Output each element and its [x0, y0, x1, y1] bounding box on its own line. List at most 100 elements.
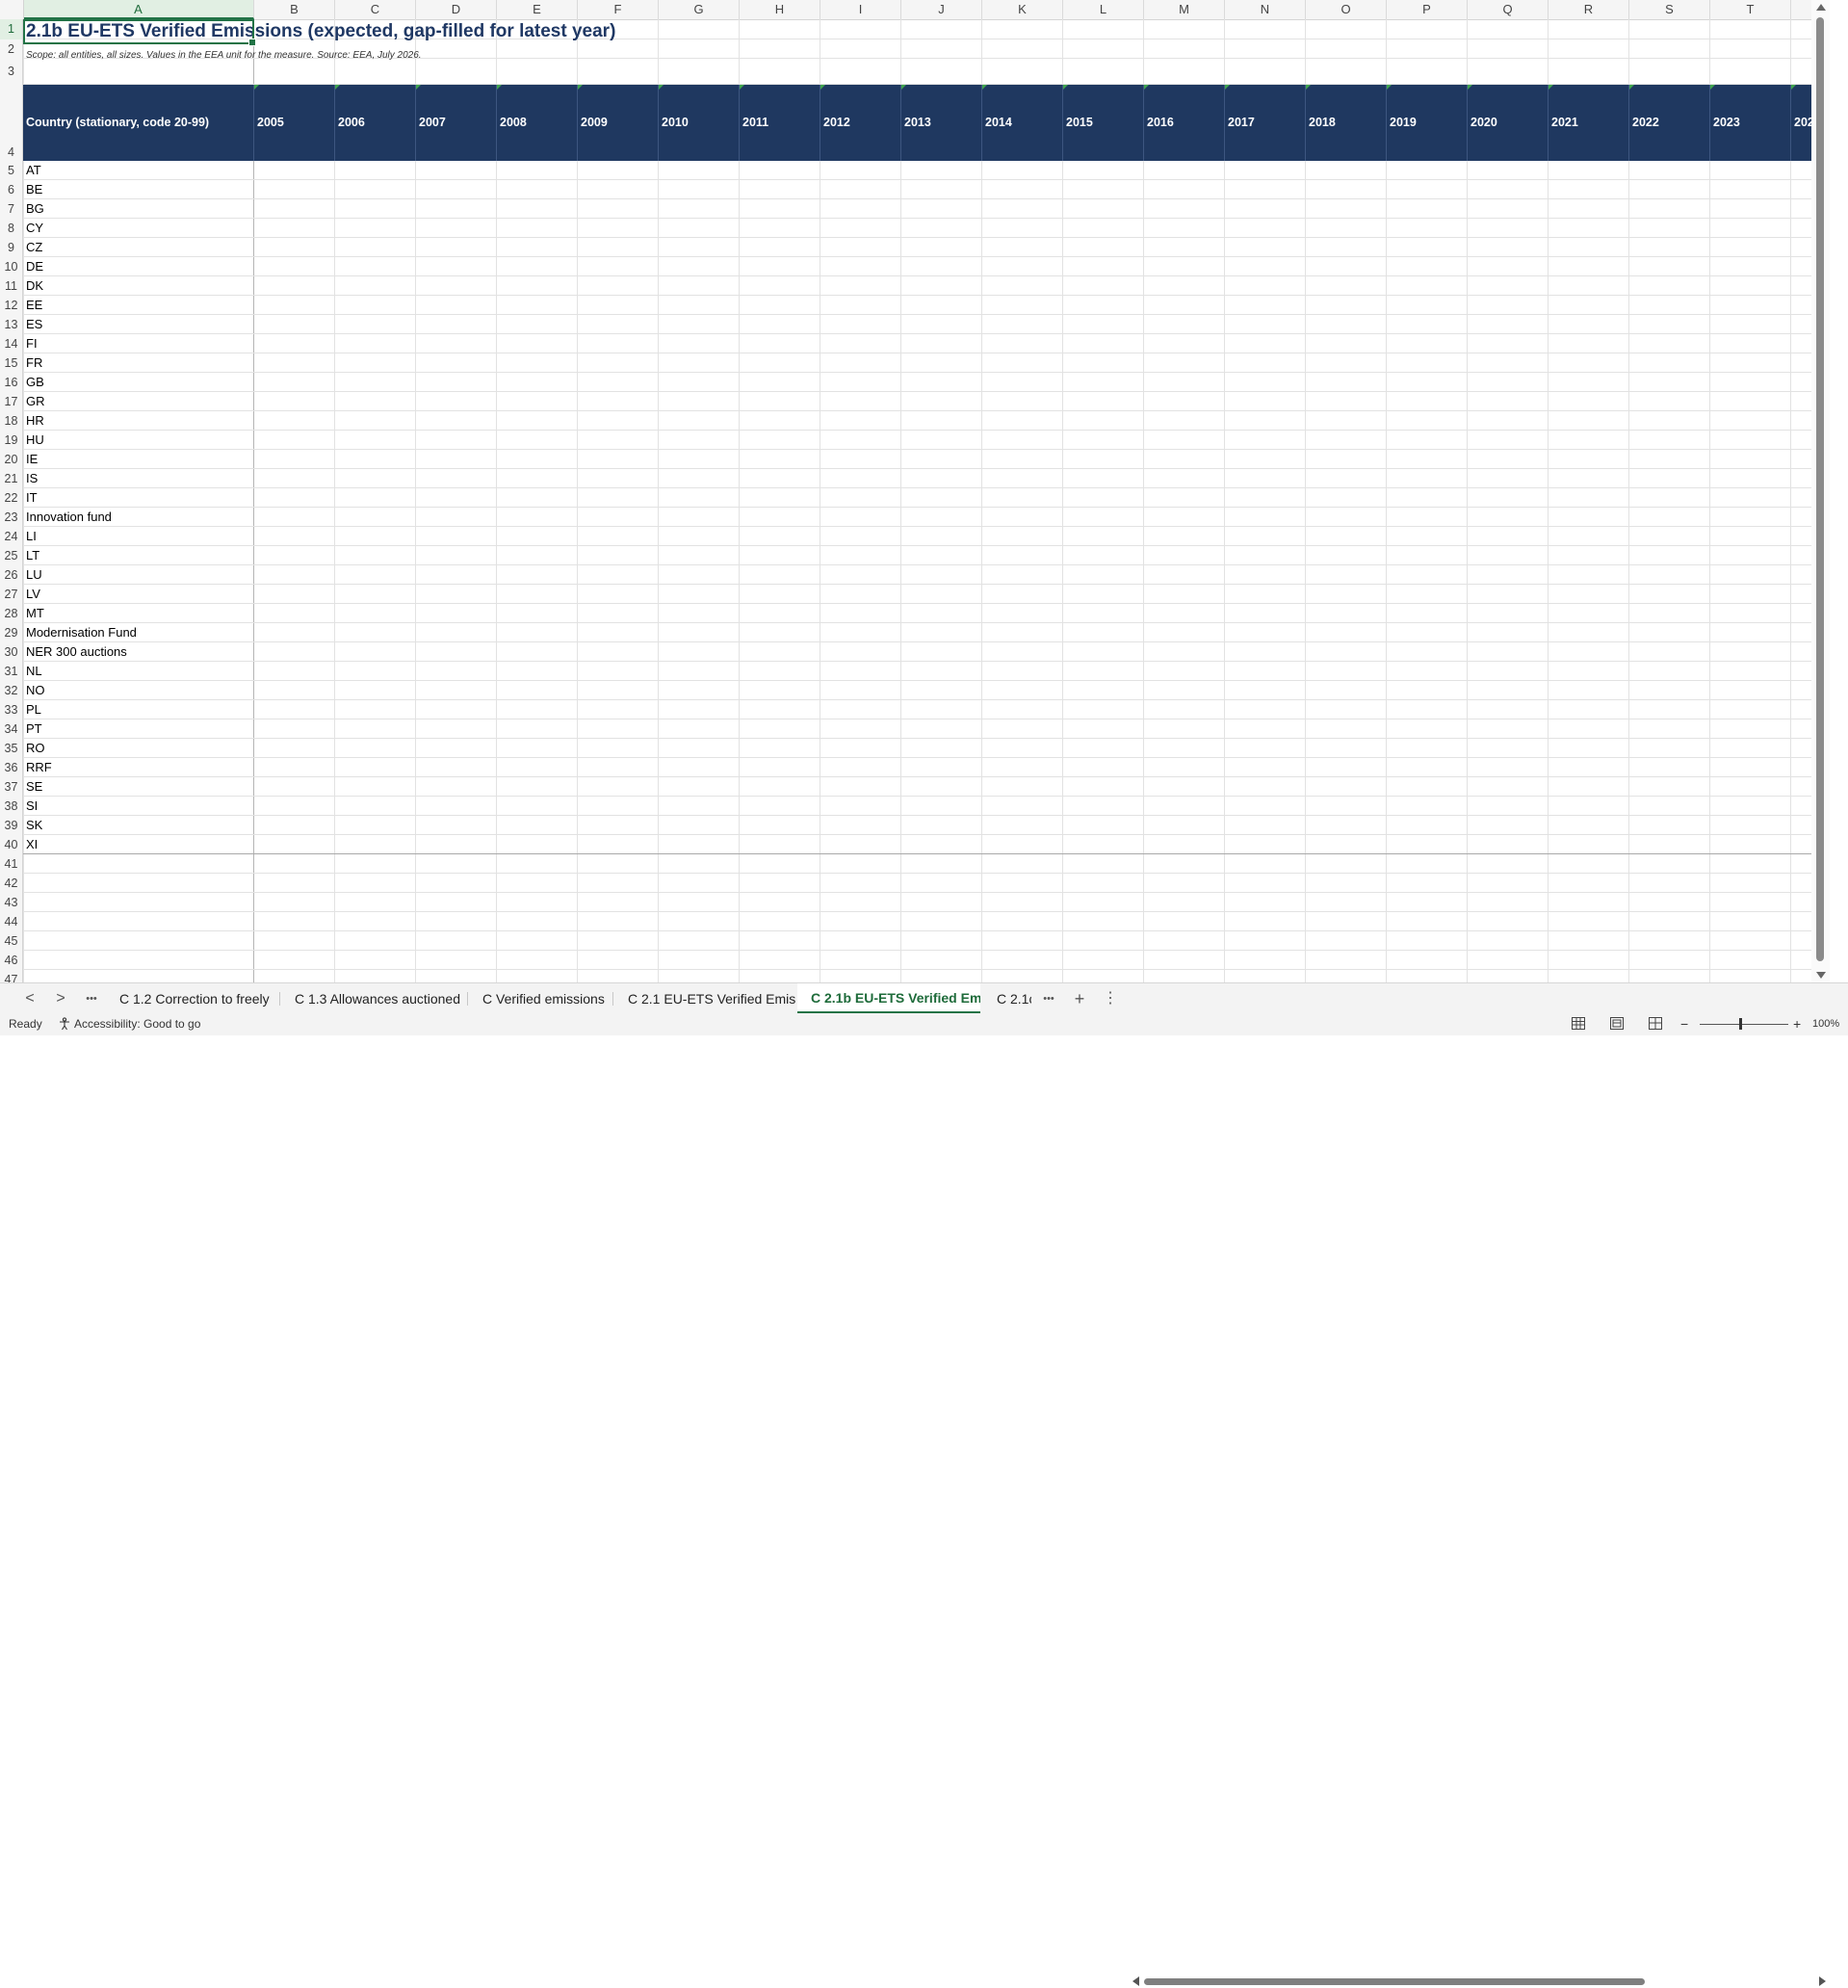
accessibility-status[interactable]: Accessibility: Good to go: [58, 1013, 200, 1035]
country-cell[interactable]: EE: [23, 296, 42, 315]
country-cell[interactable]: LI: [23, 527, 37, 546]
header-cell-year[interactable]: 2012: [820, 85, 901, 161]
row-header-25[interactable]: 25: [0, 546, 23, 565]
country-cell[interactable]: BE: [23, 180, 42, 199]
row-header-12[interactable]: 12: [0, 296, 23, 315]
row-header-31[interactable]: 31: [0, 662, 23, 681]
row-header-47[interactable]: 47: [0, 970, 23, 982]
tab-prev-button[interactable]: <: [15, 983, 44, 1014]
header-cell-year[interactable]: 2022: [1629, 85, 1710, 161]
row-header-24[interactable]: 24: [0, 527, 23, 546]
country-cell[interactable]: GR: [23, 392, 45, 411]
horizontal-scroll-thumb[interactable]: [1144, 1978, 1645, 1985]
country-cell[interactable]: BG: [23, 199, 44, 219]
horizontal-scrollbar[interactable]: [1132, 1975, 1826, 1988]
row-header-27[interactable]: 27: [0, 585, 23, 604]
column-header-n[interactable]: N: [1225, 0, 1306, 19]
country-cell[interactable]: RO: [23, 739, 45, 758]
country-cell[interactable]: ES: [23, 315, 42, 334]
tab-more-right-button[interactable]: •••: [1034, 983, 1063, 1014]
header-cell-year[interactable]: 2020: [1468, 85, 1549, 161]
scroll-left-icon[interactable]: [1132, 1976, 1139, 1986]
country-cell[interactable]: XI: [23, 835, 38, 854]
zoom-in-button[interactable]: +: [1793, 1013, 1801, 1035]
row-header-38[interactable]: 38: [0, 797, 23, 816]
zoom-out-button[interactable]: −: [1680, 1013, 1688, 1035]
column-header-g[interactable]: G: [659, 0, 740, 19]
row-header-35[interactable]: 35: [0, 739, 23, 758]
header-cell-year[interactable]: 2006: [335, 85, 416, 161]
country-cell[interactable]: AT: [23, 161, 41, 180]
country-cell[interactable]: CZ: [23, 238, 42, 257]
row-header-30[interactable]: 30: [0, 642, 23, 662]
row-header-17[interactable]: 17: [0, 392, 23, 411]
row-header-18[interactable]: 18: [0, 411, 23, 431]
row-header-41[interactable]: 41: [0, 854, 23, 874]
sheet-tab[interactable]: C 2.1b EU-ETS Verified Emi: [797, 983, 980, 1014]
row-header-4[interactable]: 4: [0, 85, 23, 161]
column-header-s[interactable]: S: [1629, 0, 1710, 19]
header-cell-year[interactable]: 2013: [901, 85, 982, 161]
country-cell[interactable]: FI: [23, 334, 38, 353]
column-header-h[interactable]: H: [740, 0, 820, 19]
country-cell[interactable]: LT: [23, 546, 39, 565]
header-cell-year[interactable]: 2023: [1710, 85, 1791, 161]
header-cell-year[interactable]: 2007: [416, 85, 497, 161]
row-header-13[interactable]: 13: [0, 315, 23, 334]
row-header-40[interactable]: 40: [0, 835, 23, 854]
row-header-33[interactable]: 33: [0, 700, 23, 719]
header-cell-year[interactable]: 2014: [982, 85, 1063, 161]
row-header-23[interactable]: 23: [0, 508, 23, 527]
country-cell[interactable]: DK: [23, 276, 43, 296]
row-header-8[interactable]: 8: [0, 219, 23, 238]
column-header-l[interactable]: L: [1063, 0, 1144, 19]
country-cell[interactable]: RRF: [23, 758, 52, 777]
row-header-16[interactable]: 16: [0, 373, 23, 392]
header-cell-year[interactable]: 2016: [1144, 85, 1225, 161]
row-header-26[interactable]: 26: [0, 565, 23, 585]
row-header-7[interactable]: 7: [0, 199, 23, 219]
header-cell-year[interactable]: 2015: [1063, 85, 1144, 161]
country-cell[interactable]: LU: [23, 565, 42, 585]
country-cell[interactable]: SE: [23, 777, 42, 797]
row-header-10[interactable]: 10: [0, 257, 23, 276]
country-cell[interactable]: NO: [23, 681, 45, 700]
row-header-1[interactable]: 1: [0, 19, 23, 39]
row-header-34[interactable]: 34: [0, 719, 23, 739]
zoom-slider-knob[interactable]: [1739, 1018, 1742, 1030]
row-header-3[interactable]: 3: [0, 59, 23, 85]
column-header-d[interactable]: D: [416, 0, 497, 19]
active-cell-selection[interactable]: [23, 19, 256, 46]
tab-more-left-button[interactable]: •••: [77, 983, 106, 1014]
country-cell[interactable]: CY: [23, 219, 43, 238]
spreadsheet-grid[interactable]: ABCDEFGHIJKLMNOPQRST 1 2 3 4 5 6 7 8 9 10 11 12 13 14…: [0, 0, 1830, 982]
row-header-6[interactable]: 6: [0, 180, 23, 199]
row-header-42[interactable]: 42: [0, 874, 23, 893]
row-header-43[interactable]: 43: [0, 893, 23, 912]
header-cell-year[interactable]: 2019: [1387, 85, 1468, 161]
column-header-i[interactable]: I: [820, 0, 901, 19]
column-header-q[interactable]: Q: [1468, 0, 1549, 19]
row-header-14[interactable]: 14: [0, 334, 23, 353]
country-cell[interactable]: FR: [23, 353, 42, 373]
row-header-19[interactable]: 19: [0, 431, 23, 450]
row-header-20[interactable]: 20: [0, 450, 23, 469]
column-header-k[interactable]: K: [982, 0, 1063, 19]
country-cell[interactable]: Innovation fund: [23, 508, 112, 527]
country-cell[interactable]: MT: [23, 604, 44, 623]
sheet-tab[interactable]: C 2.1 EU-ETS Verified Emis: [614, 983, 795, 1014]
column-header-j[interactable]: J: [901, 0, 982, 19]
row-header-39[interactable]: 39: [0, 816, 23, 835]
header-cell-year[interactable]: 2009: [578, 85, 659, 161]
header-cell-country[interactable]: Country (stationary, code 20-99): [23, 85, 254, 161]
country-cell[interactable]: LV: [23, 585, 40, 604]
scroll-right-icon[interactable]: [1819, 1976, 1826, 1986]
column-header-t[interactable]: T: [1710, 0, 1791, 19]
sheet-subtitle[interactable]: Scope: all entities, all sizes. Values i…: [26, 50, 422, 61]
scroll-down-icon[interactable]: [1816, 972, 1826, 979]
country-cell[interactable]: Modernisation Fund: [23, 623, 137, 642]
country-cell[interactable]: SK: [23, 816, 42, 835]
row-header-5[interactable]: 5: [0, 161, 23, 180]
page-break-preview-icon[interactable]: [1649, 1017, 1662, 1030]
sheet-tab[interactable]: C 2.1c: [983, 983, 1031, 1014]
